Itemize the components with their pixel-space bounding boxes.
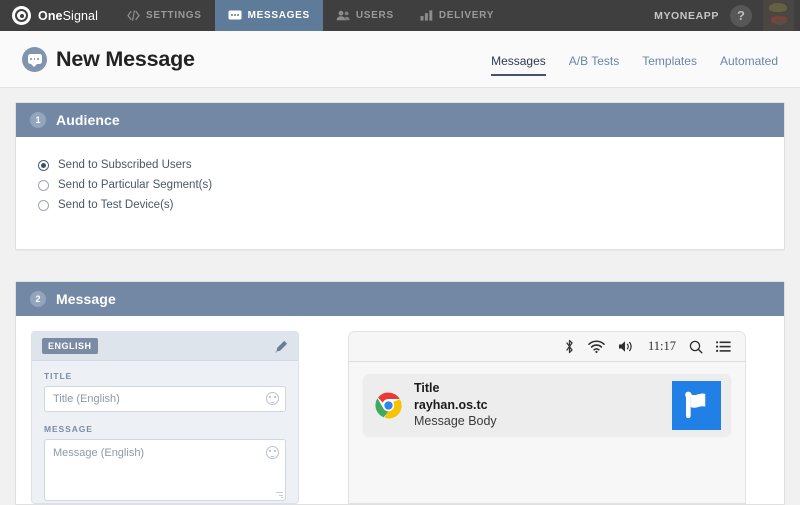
message-editor-header: ENGLISH — [32, 332, 298, 361]
message-editor: ENGLISH TITLE MESSAGE — [31, 331, 299, 504]
brand-name: OneSignal — [38, 8, 98, 23]
notification-preview-window: 11:17 Title rayhan.os.tc Message Body — [348, 331, 746, 504]
message-textarea-wrap — [44, 439, 286, 501]
pencil-icon[interactable] — [275, 340, 288, 353]
radio-label-test-devices: Send to Test Device(s) — [58, 199, 174, 211]
notification-text-group: Title rayhan.os.tc Message Body — [414, 380, 497, 430]
radio-send-to-test-devices[interactable]: Send to Test Device(s) — [38, 199, 784, 211]
page-title: New Message — [56, 46, 195, 71]
bluetooth-icon[interactable] — [564, 339, 575, 354]
radio-send-to-subscribed-users[interactable]: Send to Subscribed Users — [38, 159, 784, 171]
notification-site: rayhan.os.tc — [414, 397, 488, 412]
nav-item-settings[interactable]: SETTINGS — [114, 0, 215, 31]
macos-menu-bar: 11:17 — [349, 332, 745, 362]
message-panel-body: ENGLISH TITLE MESSAGE — [16, 316, 784, 504]
audience-panel: 1 Audience Send to Subscribed Users Send… — [15, 102, 785, 250]
radio-button-selected-icon[interactable] — [38, 159, 49, 171]
radio-button-icon[interactable] — [38, 199, 49, 211]
message-field-label: MESSAGE — [44, 424, 93, 434]
nav-right-group: MYONEAPP ? — [654, 0, 800, 31]
speaker-volume-icon[interactable] — [618, 340, 635, 353]
notification-center-list-icon[interactable] — [716, 340, 731, 353]
message-editor-body: TITLE MESSAGE — [32, 361, 298, 503]
nav-item-users[interactable]: USERS — [323, 0, 407, 31]
nav-item-delivery[interactable]: DELIVERY — [407, 0, 507, 31]
code-brackets-icon — [127, 10, 140, 21]
nav-item-delivery-label: DELIVERY — [438, 10, 495, 21]
notification-body: Message Body — [414, 414, 497, 429]
tab-templates[interactable]: Templates — [642, 55, 697, 76]
onesignal-logo-icon — [12, 6, 31, 25]
smiley-face-icon[interactable] — [266, 446, 279, 459]
nav-item-messages[interactable]: MESSAGES — [214, 0, 323, 31]
title-input-wrap — [44, 386, 286, 412]
language-badge-english[interactable]: ENGLISH — [42, 338, 98, 354]
top-navigation-bar: OneSignal SETTINGS MESSAGES USERS DELIVE… — [0, 0, 800, 31]
smiley-face-icon[interactable] — [266, 392, 279, 405]
audience-options-group: Send to Subscribed Users Send to Particu… — [16, 137, 784, 249]
title-field-label: TITLE — [44, 371, 73, 381]
nav-item-messages-label: MESSAGES — [247, 10, 310, 21]
search-magnifier-icon[interactable] — [689, 340, 703, 354]
message-panel: 2 Message ENGLISH TITLE MES — [15, 281, 785, 505]
radio-send-to-particular-segments[interactable]: Send to Particular Segment(s) — [38, 179, 784, 191]
current-app-name[interactable]: MYONEAPP — [654, 10, 719, 22]
bar-chart-icon — [420, 10, 433, 21]
brand-logo-link[interactable]: OneSignal — [0, 0, 114, 31]
radio-label-particular-segments: Send to Particular Segment(s) — [58, 179, 213, 191]
message-step-number: 2 — [30, 291, 46, 307]
preview-area: 11:17 Title rayhan.os.tc Message Body — [299, 331, 769, 504]
help-button[interactable]: ? — [730, 4, 752, 27]
tab-ab-tests[interactable]: A/B Tests — [569, 55, 619, 76]
audience-panel-header: 1 Audience — [16, 103, 784, 137]
nav-item-users-label: USERS — [355, 10, 394, 21]
textarea-resize-handle[interactable] — [276, 491, 283, 498]
message-textarea[interactable] — [44, 439, 286, 501]
wifi-icon[interactable] — [588, 340, 605, 353]
nav-item-settings-label: SETTINGS — [145, 10, 202, 21]
panel-spacer — [15, 250, 785, 281]
audience-step-number: 1 — [30, 112, 46, 128]
title-input[interactable] — [44, 386, 286, 412]
page-header: New Message Messages A/B Tests Templates… — [0, 31, 800, 88]
page-tabs: Messages A/B Tests Templates Automated — [491, 31, 778, 87]
chat-bubble-icon — [228, 10, 242, 21]
page-title-group: New Message — [22, 46, 195, 72]
radio-label-subscribed-users: Send to Subscribed Users — [58, 159, 192, 171]
google-chrome-icon — [375, 392, 402, 419]
notification-card[interactable]: Title rayhan.os.tc Message Body — [363, 374, 731, 436]
audience-panel-title: Audience — [56, 112, 120, 128]
users-icon — [336, 10, 350, 21]
message-panel-header: 2 Message — [16, 282, 784, 316]
message-panel-title: Message — [56, 291, 116, 307]
tab-messages[interactable]: Messages — [491, 55, 546, 76]
notification-preview-area: Title rayhan.os.tc Message Body — [349, 362, 745, 436]
menu-bar-clock[interactable]: 11:17 — [648, 339, 676, 354]
message-bubble-icon — [22, 46, 47, 72]
notification-title: Title — [414, 381, 440, 396]
avatar[interactable] — [763, 0, 794, 31]
radio-button-icon[interactable] — [38, 179, 49, 191]
white-flag-icon — [672, 380, 721, 430]
tab-automated[interactable]: Automated — [720, 55, 778, 76]
